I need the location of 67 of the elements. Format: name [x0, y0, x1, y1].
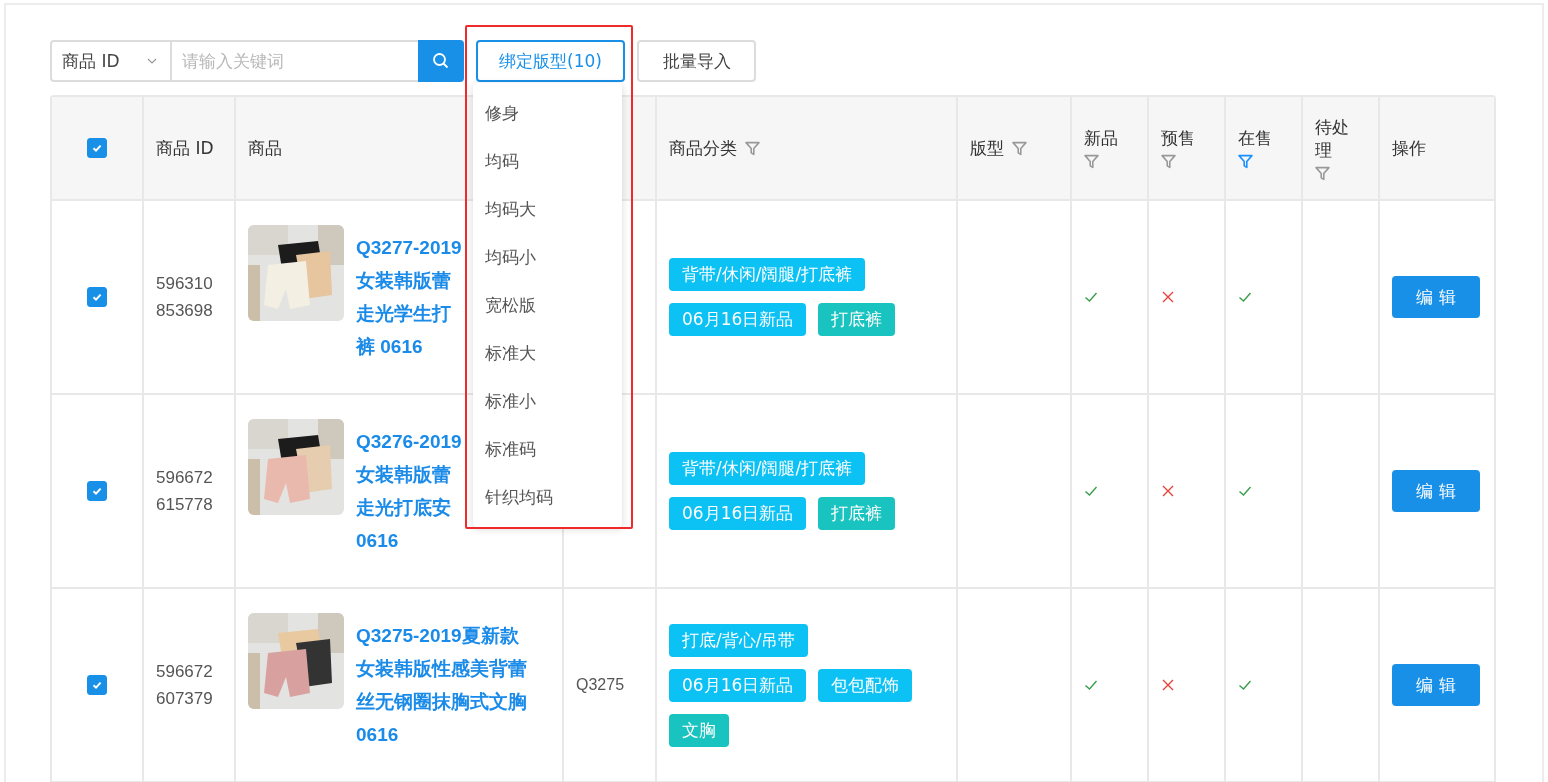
product-name-link[interactable]: 走光学生打 [356, 297, 462, 330]
search-field[interactable]: 请输入关键词 [172, 40, 418, 82]
column-header: 待处理 [1315, 115, 1350, 162]
edit-button[interactable]: 编 辑 [1392, 276, 1480, 318]
check-icon [91, 679, 103, 691]
search-icon [432, 52, 450, 70]
category-tag: 打底/背心/吊带 [669, 623, 809, 657]
edit-button[interactable]: 编 辑 [1392, 664, 1480, 706]
product-code: Q3275 [576, 676, 625, 694]
edit-button[interactable]: 编 辑 [1392, 470, 1480, 512]
column-header: 在售 [1238, 127, 1272, 150]
menu-item[interactable]: 均码小 [473, 233, 622, 281]
column-header: 版型 [970, 136, 1004, 160]
check-icon [91, 142, 103, 154]
product-name-link[interactable]: 女装韩版蕾 [356, 458, 462, 491]
checkbox[interactable] [87, 138, 107, 158]
filter-icon[interactable] [1161, 154, 1176, 169]
product-name-link[interactable]: 丝无钢圈抹胸式文胸 [356, 685, 527, 718]
menu-item[interactable]: 标准大 [473, 329, 622, 377]
product-name-link[interactable]: Q3277-2019 [356, 231, 462, 264]
product-id: 596310853698 [156, 273, 214, 322]
menu-item[interactable]: 修身 [473, 89, 622, 137]
category-tag: 06月16日新品 [669, 497, 807, 530]
check-icon [91, 291, 103, 303]
product-name-link[interactable]: 女装韩版蕾 [356, 264, 462, 297]
category-tag: 包包配饰 [818, 668, 913, 702]
category-tag: 06月16日新品 [669, 668, 807, 702]
category-tag: 背带/休闲/阔腿/打底裤 [669, 452, 866, 485]
product-name-link[interactable]: 0616 [356, 718, 527, 751]
filter-icon[interactable] [1238, 154, 1253, 169]
menu-item[interactable]: 均码大 [473, 185, 622, 233]
column-header: 商品 [248, 136, 282, 160]
product-name-link[interactable]: Q3276-2019 [356, 425, 462, 458]
menu-item[interactable]: 标准码 [473, 425, 622, 473]
category-tag: 打底裤 [818, 497, 896, 530]
column-header: 商品 ID [156, 136, 214, 160]
checkbox[interactable] [87, 481, 107, 501]
search-type-select[interactable]: 商品 ID [50, 40, 172, 82]
check-icon [91, 485, 103, 497]
filter-icon[interactable] [1084, 154, 1099, 169]
product-name-link[interactable]: 女装韩版性感美背蕾 [356, 652, 527, 685]
product-name-link[interactable]: 裤 0616 [356, 330, 462, 363]
search-button[interactable] [418, 40, 464, 82]
checkbox[interactable] [87, 287, 107, 307]
filter-icon[interactable] [1315, 165, 1330, 181]
column-header: 操作 [1392, 136, 1426, 160]
product-id: 596672607379 [156, 661, 214, 710]
product-name-link[interactable]: Q3275-2019夏新款 [356, 619, 527, 652]
toolbar-button[interactable]: 批量导入 [637, 40, 756, 82]
menu-item[interactable]: 针织均码 [473, 473, 622, 521]
column-header: 新品 [1084, 127, 1118, 150]
product-name-link[interactable]: 走光打底安 [356, 491, 462, 524]
menu-item[interactable]: 均码 [473, 137, 622, 185]
toolbar-button[interactable]: 绑定版型(10) [476, 40, 625, 82]
category-tag: 文胸 [669, 713, 729, 747]
column-header: 商品分类 [669, 136, 737, 160]
product-name-link[interactable]: 0616 [356, 524, 462, 557]
menu-item[interactable]: 宽松版 [473, 281, 622, 329]
category-tag: 背带/休闲/阔腿/打底裤 [669, 258, 866, 291]
category-tag: 打底裤 [818, 303, 896, 336]
product-id: 596672615778 [156, 467, 214, 516]
column-header: 预售 [1161, 127, 1195, 150]
filter-icon[interactable] [745, 140, 760, 156]
checkbox[interactable] [87, 675, 107, 695]
filter-icon[interactable] [1012, 140, 1027, 156]
menu-item[interactable]: 标准小 [473, 377, 622, 425]
category-tag: 06月16日新品 [669, 303, 807, 336]
